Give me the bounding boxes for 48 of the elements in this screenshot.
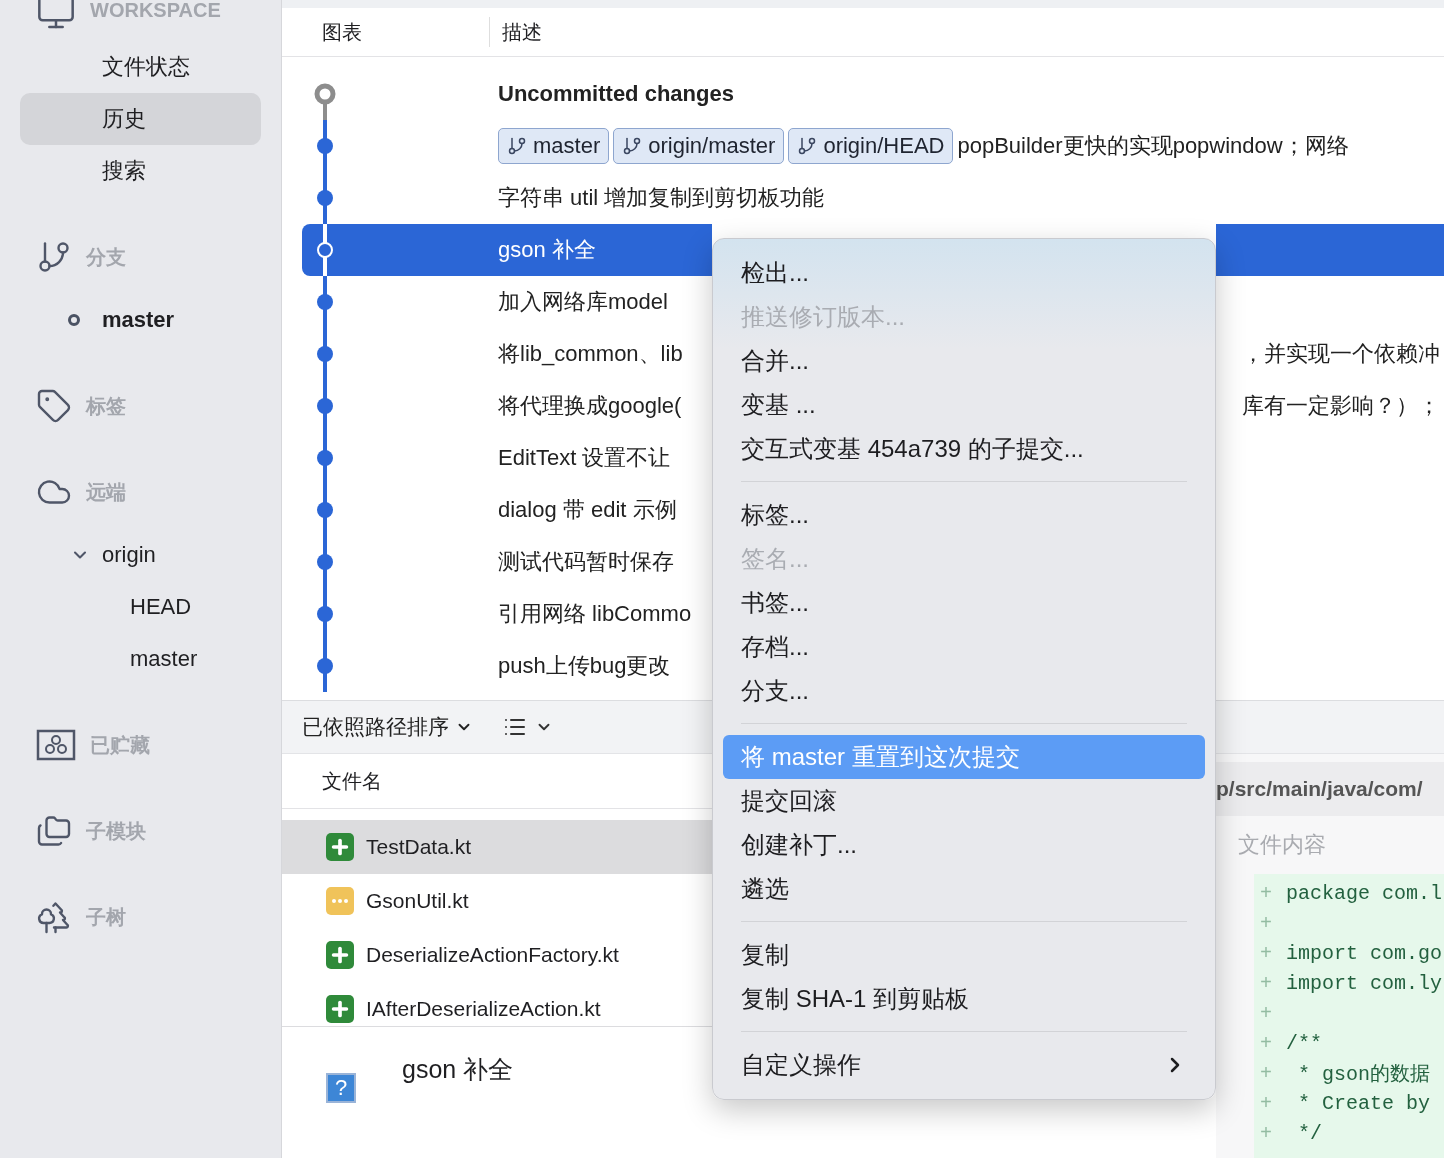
commit-description: 将代理换成google(	[498, 392, 682, 420]
code-line: package com.l	[1286, 881, 1443, 905]
commit-description: ，并实现一个依赖冲	[1242, 340, 1441, 368]
commit-description: 字符串 util 增加复制到剪切板功能	[498, 184, 825, 212]
code-line: import com.go	[1286, 941, 1443, 965]
ref-label: origin/master	[648, 133, 776, 159]
section-title: 标签	[86, 393, 126, 419]
diff-marker: +	[1260, 1001, 1272, 1025]
section-title: 分支	[86, 244, 126, 270]
code-line: /**	[1286, 1031, 1323, 1055]
code-line: */	[1297, 1121, 1323, 1145]
commit-description: dialog 带 edit 示例	[498, 496, 677, 524]
code-line: import com.ly	[1286, 971, 1443, 995]
commit-description: EditText 设置不让	[498, 444, 671, 472]
commit-description: 将lib_common、lib	[498, 340, 683, 368]
diff-marker: +	[1260, 911, 1272, 935]
diff-marker: +	[1260, 1061, 1272, 1085]
workspace-title: WORKSPACE	[90, 0, 221, 20]
section-title: 已贮藏	[90, 732, 150, 758]
diff-marker: +	[1260, 1121, 1272, 1145]
section-title: 子树	[86, 904, 126, 930]
commit-message: gson 补全	[402, 1054, 514, 1085]
avatar: ?	[326, 1073, 356, 1103]
diff-marker: +	[1260, 1031, 1272, 1055]
file-name: IAfterDeserializeAction.kt	[366, 997, 601, 1021]
commit-description: 库有一定影响？）；	[1242, 392, 1441, 420]
ref-label: master	[533, 133, 601, 159]
file-path: p/src/main/java/com/	[1216, 777, 1423, 801]
code-line: * gson的数据	[1297, 1061, 1431, 1087]
section-title: 远端	[86, 479, 126, 505]
file-name: TestData.kt	[366, 835, 472, 859]
diff-marker: +	[1260, 1091, 1272, 1115]
commit-description: Uncommitted changes	[498, 81, 734, 107]
commit-description: 加入网络库model	[498, 288, 668, 316]
commit-description: popBuilder更快的实现popwindow；网络	[957, 132, 1349, 160]
commit-description: 引用网络 libCommo	[498, 600, 692, 628]
commit-description: gson 补全	[498, 236, 596, 264]
ref-label: origin/HEAD	[823, 133, 945, 159]
diff-marker: +	[1260, 941, 1272, 965]
commit-description: push上传bug更改	[498, 652, 671, 680]
diff-title: 文件内容	[1238, 831, 1326, 859]
section-title: 子模块	[86, 818, 146, 844]
diff-marker: +	[1260, 971, 1272, 995]
code-line: * Create by	[1297, 1091, 1431, 1115]
commit-description: 测试代码暂时保存	[498, 548, 674, 576]
file-name: GsonUtil.kt	[366, 889, 469, 913]
diff-marker: +	[1260, 881, 1272, 905]
file-name: DeserializeActionFactory.kt	[366, 943, 619, 967]
